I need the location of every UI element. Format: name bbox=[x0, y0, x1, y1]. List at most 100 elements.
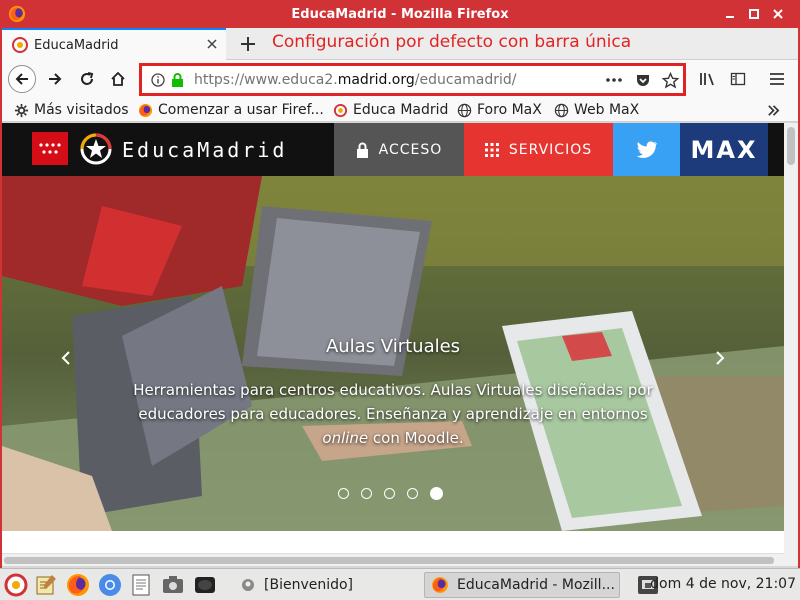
educamadrid-icon bbox=[333, 103, 348, 117]
double-chevron-right-icon bbox=[768, 104, 780, 116]
task-label: [Bienvenido] bbox=[264, 577, 354, 593]
info-icon[interactable] bbox=[151, 72, 165, 87]
max-button[interactable]: MAX bbox=[680, 123, 768, 176]
new-tab-button[interactable] bbox=[236, 32, 260, 56]
chromium-launcher[interactable] bbox=[96, 571, 124, 599]
library-icon bbox=[700, 73, 714, 86]
text-editor-launcher[interactable] bbox=[32, 571, 60, 599]
document-icon bbox=[132, 574, 150, 596]
annotation-label: Configuración por defecto con barra únic… bbox=[272, 32, 632, 52]
carousel-dot-5[interactable] bbox=[430, 486, 443, 500]
vertical-scrollbar[interactable] bbox=[784, 123, 798, 566]
carousel-dot-4[interactable] bbox=[407, 487, 418, 499]
window-titlebar: EducaMadrid - Mozilla Firefox bbox=[0, 0, 800, 28]
page-content: EducaMadrid ACCESO SERVICIOS MAX Aulas V… bbox=[2, 123, 784, 553]
hero-desc-emphasis: online bbox=[322, 429, 369, 447]
reload-button[interactable] bbox=[73, 65, 101, 93]
bookmark-label: Educa Madrid bbox=[353, 102, 449, 118]
acceso-button[interactable]: ACCESO bbox=[334, 123, 464, 176]
bookmark-foro-max[interactable]: Foro MaX bbox=[457, 100, 542, 120]
firefox-icon bbox=[138, 103, 153, 117]
carousel-dot-2[interactable] bbox=[361, 487, 372, 499]
library-button[interactable] bbox=[698, 69, 718, 89]
bookmarks-overflow-button[interactable] bbox=[766, 100, 786, 120]
hero-desc-part1: Herramientas para centros educativos. Au… bbox=[133, 381, 653, 423]
grid-icon bbox=[484, 142, 499, 157]
screenshot-launcher[interactable] bbox=[159, 571, 187, 599]
sidebar-icon bbox=[730, 72, 746, 86]
close-window-button[interactable] bbox=[765, 0, 791, 28]
servicios-label: SERVICIOS bbox=[508, 141, 593, 158]
pocket-button[interactable] bbox=[634, 71, 652, 89]
horizontal-scroll-thumb[interactable] bbox=[4, 557, 774, 564]
page-actions-button[interactable] bbox=[605, 71, 623, 89]
start-menu-button[interactable] bbox=[2, 571, 30, 599]
window-title: EducaMadrid - Mozilla Firefox bbox=[291, 6, 509, 22]
reload-icon bbox=[81, 72, 94, 85]
acceso-label: ACCESO bbox=[378, 141, 443, 158]
educamadrid-logo-icon[interactable] bbox=[78, 131, 114, 167]
url-bar[interactable]: https://www.educa2.madrid.org/educamadri… bbox=[139, 63, 686, 96]
hero-title: Aulas Virtuales bbox=[325, 336, 461, 357]
taskbar: [Bienvenido] EducaMadrid - Mozill... dom… bbox=[0, 568, 800, 600]
document-launcher[interactable] bbox=[127, 571, 155, 599]
minimize-icon bbox=[726, 16, 734, 18]
back-button[interactable] bbox=[8, 65, 36, 93]
servicios-button[interactable]: SERVICIOS bbox=[464, 123, 613, 176]
carousel-dot-3[interactable] bbox=[384, 487, 395, 499]
clock[interactable]: dom 4 de nov, 21:07 bbox=[650, 576, 796, 592]
globe-icon bbox=[554, 103, 569, 117]
lock-icon bbox=[172, 72, 183, 87]
gear-icon bbox=[14, 103, 29, 117]
bookmark-web-max[interactable]: Web MaX bbox=[554, 100, 639, 120]
maximize-icon bbox=[749, 9, 759, 19]
bookmark-educa-madrid[interactable]: Educa Madrid bbox=[333, 100, 448, 120]
tab-close-icon[interactable] bbox=[206, 38, 218, 50]
bookmark-star-button[interactable] bbox=[661, 71, 679, 89]
vertical-scroll-thumb[interactable] bbox=[787, 127, 795, 165]
educamadrid-start-icon bbox=[4, 573, 28, 597]
url-text[interactable]: https://www.educa2.madrid.org/educamadri… bbox=[194, 72, 517, 88]
carousel-indicators bbox=[338, 486, 458, 500]
url-domain: madrid.org bbox=[337, 71, 415, 88]
bookmark-comenzar-firefox[interactable]: Comenzar a usar Firef... bbox=[138, 100, 324, 120]
twitter-button[interactable] bbox=[613, 123, 680, 176]
url-prefix: https://www.educa2. bbox=[194, 71, 338, 88]
home-icon bbox=[111, 71, 125, 86]
site-header: EducaMadrid ACCESO SERVICIOS MAX bbox=[2, 123, 784, 176]
sidebar-button[interactable] bbox=[728, 69, 748, 89]
carousel-dot-1[interactable] bbox=[338, 487, 349, 499]
task-firefox[interactable]: EducaMadrid - Mozill... bbox=[424, 572, 620, 598]
horizontal-scrollbar[interactable] bbox=[2, 553, 784, 566]
task-bienvenido[interactable]: [Bienvenido] bbox=[234, 572, 353, 598]
forward-button[interactable] bbox=[41, 65, 69, 93]
notepad-icon bbox=[36, 575, 56, 595]
hero-description: Herramientas para centros educativos. Au… bbox=[132, 378, 654, 450]
plus-icon bbox=[241, 37, 255, 51]
home-button[interactable] bbox=[104, 65, 132, 93]
bookmark-mas-visitados[interactable]: Más visitados bbox=[14, 100, 129, 120]
educamadrid-favicon-icon bbox=[12, 37, 28, 53]
comunidad-madrid-flag-logo[interactable] bbox=[32, 132, 68, 165]
bookmark-label: Web MaX bbox=[574, 102, 640, 118]
task-label: EducaMadrid - Mozill... bbox=[457, 577, 615, 593]
firefox-launcher[interactable] bbox=[64, 571, 92, 599]
firefox-icon bbox=[432, 577, 448, 593]
navigation-toolbar: https://www.educa2.madrid.org/educamadri… bbox=[0, 60, 800, 98]
lock-icon bbox=[356, 142, 368, 158]
bookmarks-toolbar: Más visitados Comenzar a usar Firef... E… bbox=[0, 98, 800, 122]
tab-educamadrid[interactable]: EducaMadrid bbox=[2, 28, 226, 60]
firefox-icon bbox=[8, 5, 26, 23]
maximize-button[interactable] bbox=[741, 0, 767, 28]
bookmark-label: Comenzar a usar Firef... bbox=[158, 102, 324, 118]
bookmark-label: Foro MaX bbox=[477, 102, 542, 118]
menu-button[interactable] bbox=[767, 69, 787, 89]
camera-icon bbox=[163, 576, 183, 593]
twitter-icon bbox=[636, 140, 657, 158]
chromium-icon bbox=[99, 574, 121, 596]
site-logo-text[interactable]: EducaMadrid bbox=[122, 138, 287, 162]
arrow-left-icon bbox=[15, 73, 28, 85]
minimize-button[interactable] bbox=[717, 0, 743, 28]
terminal-launcher[interactable] bbox=[191, 571, 219, 599]
close-icon bbox=[773, 9, 783, 19]
